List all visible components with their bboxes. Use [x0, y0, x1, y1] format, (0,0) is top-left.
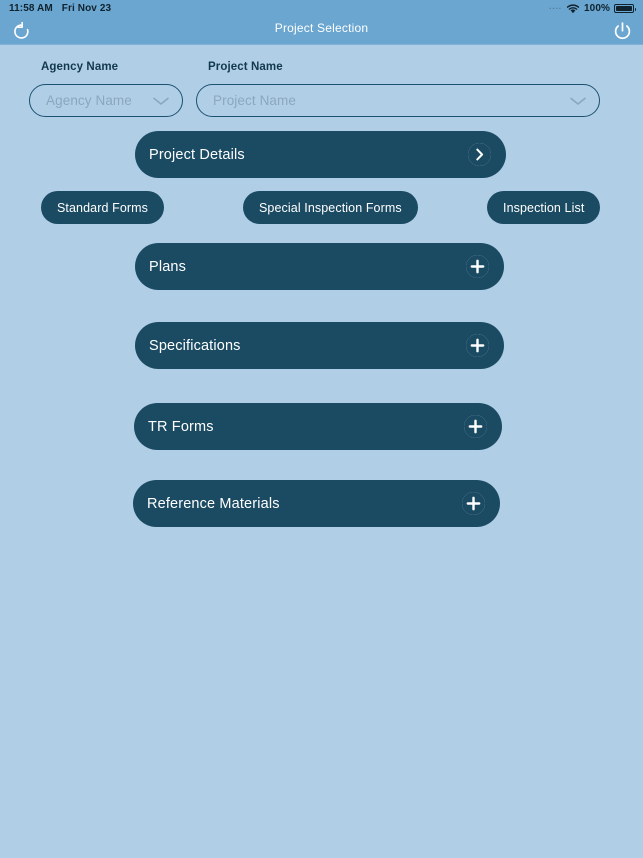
plus-circle-icon[interactable] — [464, 415, 487, 438]
inspection-list-pill[interactable]: Inspection List — [487, 191, 601, 224]
tr-forms-bar[interactable]: TR Forms — [134, 403, 502, 450]
reference-materials-bar[interactable]: Reference Materials — [133, 480, 500, 527]
plus-circle-icon[interactable] — [466, 334, 489, 357]
status-bar-right: .... 100% — [549, 2, 636, 14]
chevron-down-icon — [570, 97, 586, 105]
plus-icon — [464, 415, 487, 438]
plus-circle-icon[interactable] — [462, 492, 485, 515]
plans-label: Plans — [149, 258, 187, 275]
special-inspection-forms-pill[interactable]: Special Inspection Forms — [243, 191, 418, 224]
agency-name-dropdown[interactable]: Agency Name — [29, 84, 183, 117]
project-details-bar[interactable]: Project Details — [135, 131, 506, 178]
nav-bar: Project Selection — [0, 17, 643, 45]
status-bar-time: 11:58 AM — [9, 3, 53, 14]
page-title: Project Selection — [274, 21, 369, 35]
signal-dots-icon: .... — [549, 2, 563, 11]
project-name-dropdown[interactable]: Project Name — [196, 84, 600, 117]
status-bar: 11:58 AM Fri Nov 23 .... 100% — [0, 0, 643, 17]
chevron-down-icon — [153, 97, 169, 105]
plus-icon — [466, 255, 489, 278]
app-screen: 11:58 AM Fri Nov 23 .... 100% Project Se… — [0, 0, 643, 858]
tr-forms-label: TR Forms — [148, 418, 214, 435]
battery-percent-label: 100% — [584, 3, 610, 14]
chevron-right-icon — [468, 143, 491, 166]
power-button[interactable] — [609, 19, 635, 43]
plans-bar[interactable]: Plans — [135, 243, 504, 290]
status-bar-left: 11:58 AM Fri Nov 23 — [9, 3, 111, 14]
wifi-icon — [566, 3, 580, 13]
specifications-bar[interactable]: Specifications — [135, 322, 504, 369]
status-bar-date: Fri Nov 23 — [61, 3, 112, 14]
plus-icon — [462, 492, 485, 515]
battery-full-icon — [614, 4, 636, 13]
agency-name-label: Agency Name — [41, 61, 119, 73]
project-name-label: Project Name — [208, 61, 283, 73]
standard-forms-pill[interactable]: Standard Forms — [41, 191, 165, 224]
project-name-placeholder: Project Name — [213, 93, 296, 108]
agency-name-placeholder: Agency Name — [46, 93, 132, 108]
project-details-label: Project Details — [149, 146, 245, 163]
chevron-right-circle-icon[interactable] — [468, 143, 491, 166]
plus-circle-icon[interactable] — [466, 255, 489, 278]
reference-materials-label: Reference Materials — [147, 495, 280, 512]
plus-icon — [466, 334, 489, 357]
specifications-label: Specifications — [149, 337, 241, 354]
power-icon — [614, 21, 630, 39]
